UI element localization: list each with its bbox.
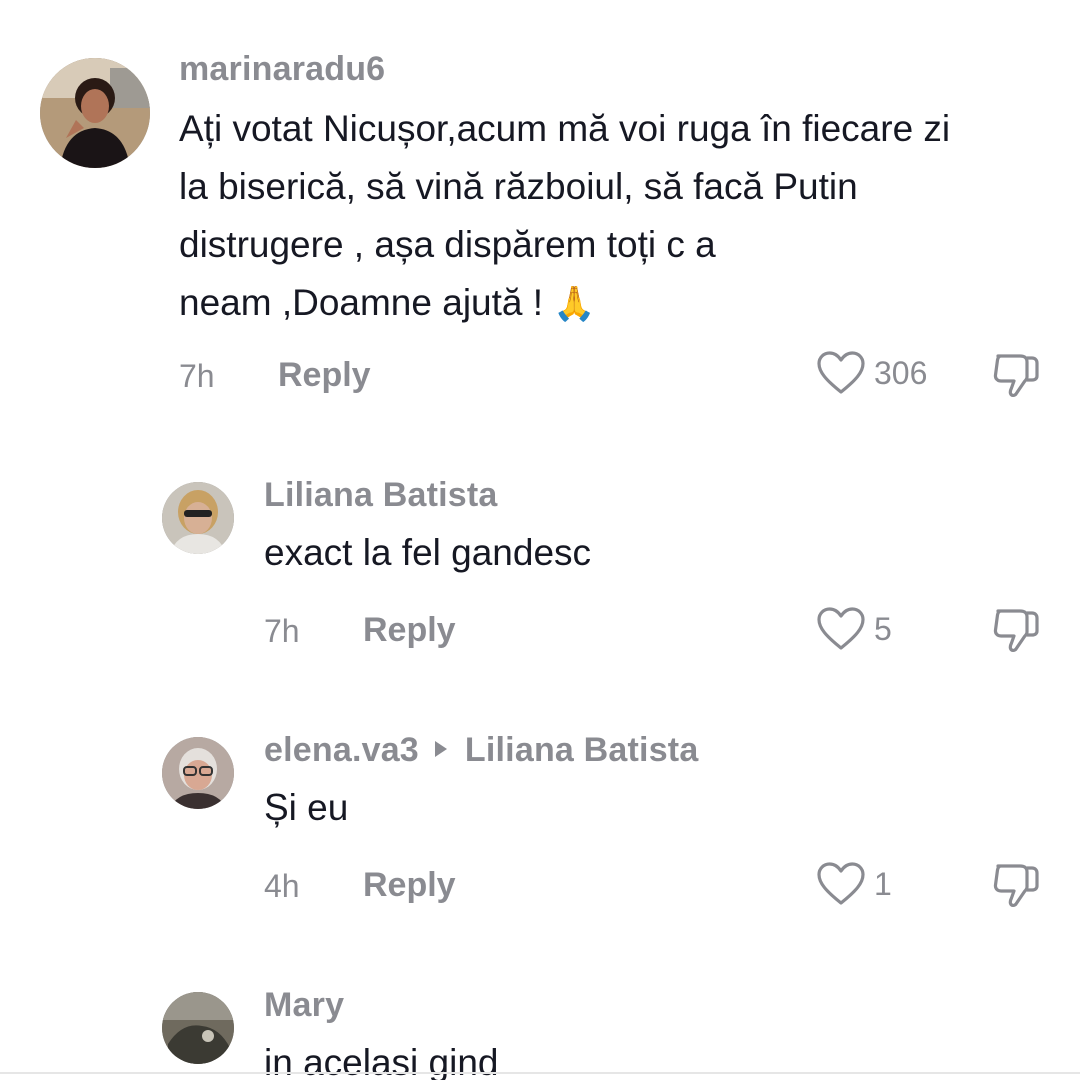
like-count: 1 [874, 865, 892, 902]
avatar-photo-icon [40, 58, 150, 168]
heart-icon [817, 862, 865, 905]
comment-text-line: distrugere , așa dispărem toți c a [179, 224, 716, 265]
comment-username[interactable]: Liliana Batista [264, 476, 498, 515]
reply-arrow-icon [434, 741, 447, 758]
comment-text: exact la fel gandesc [264, 532, 592, 573]
comment-username[interactable]: Mary [264, 986, 344, 1025]
dislike-button[interactable] [990, 605, 1042, 657]
avatar-photo-icon [162, 992, 234, 1064]
comment-text: Și eu [264, 787, 349, 828]
comment-time: 7h [264, 613, 300, 649]
comment-username[interactable]: marinaradu6 [179, 50, 385, 89]
comment-username[interactable]: elena.va3 Liliana Batista [264, 731, 698, 770]
thumbs-down-icon [993, 864, 1039, 908]
heart-icon [817, 351, 865, 394]
user-avatar[interactable] [162, 737, 234, 809]
praying-hands-icon: 🙏 [553, 285, 596, 323]
like-count: 5 [874, 610, 892, 647]
user-avatar[interactable] [162, 482, 234, 554]
dislike-button[interactable] [990, 350, 1042, 402]
like-button[interactable]: 306 [816, 350, 927, 396]
avatar-photo-icon [162, 737, 234, 809]
comment-text-line: la biserică, să vină războiul, să facă P… [179, 166, 858, 207]
like-count: 306 [874, 354, 928, 391]
comment-text-line: neam ,Doamne ajută ! 🙏 [179, 274, 950, 333]
avatar-photo-icon [162, 482, 234, 554]
thumbs-down-icon [993, 609, 1039, 653]
reply-button[interactable]: Reply [363, 866, 456, 905]
reply-button[interactable]: Reply [363, 611, 456, 650]
thumbs-down-icon [993, 354, 1039, 398]
comment-time: 7h [179, 358, 215, 394]
user-avatar[interactable] [162, 992, 234, 1064]
reply-button[interactable]: Reply [278, 356, 371, 395]
heart-icon [817, 607, 865, 650]
dislike-button[interactable] [990, 860, 1042, 912]
like-button[interactable]: 5 [816, 606, 892, 652]
comment-text: Ați votat Nicușor,acum mă voi ruga în fi… [179, 100, 950, 333]
comment-text-line-content: neam ,Doamne ajută ! [179, 282, 554, 323]
like-button[interactable]: 1 [816, 861, 892, 907]
reply-to-username[interactable]: Liliana Batista [465, 731, 699, 769]
comment-text-line: Ați votat Nicușor,acum mă voi ruga în fi… [179, 108, 951, 149]
user-avatar[interactable] [40, 58, 150, 168]
comment-author[interactable]: elena.va3 [264, 731, 419, 769]
bottom-divider [0, 1072, 1080, 1074]
comment-time: 4h [264, 868, 300, 904]
